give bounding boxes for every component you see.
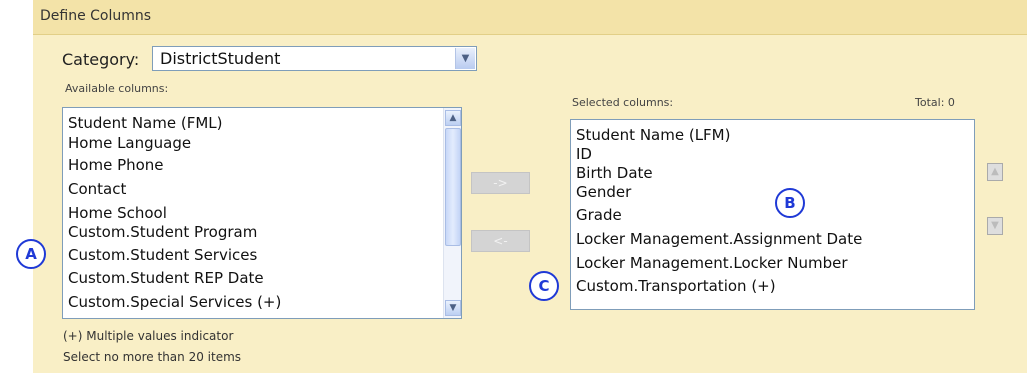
scroll-thumb[interactable] — [445, 128, 461, 246]
available-scrollbar[interactable]: ▲ ▼ — [443, 108, 461, 318]
callout-c: C — [529, 271, 559, 301]
callout-a: A — [16, 239, 46, 269]
list-item[interactable]: Locker Management.Assignment Date — [576, 230, 862, 248]
list-item[interactable]: Birth Date — [576, 164, 653, 182]
category-label: Category: — [62, 50, 140, 69]
list-item[interactable]: Home School — [68, 204, 167, 222]
chevron-down-icon[interactable]: ▼ — [455, 48, 475, 69]
list-item[interactable]: Custom.Student REP Date — [68, 269, 264, 287]
list-item[interactable]: Custom.Student Program — [68, 223, 257, 241]
section-header — [33, 0, 1027, 35]
list-item[interactable]: Grade — [576, 206, 622, 224]
section-title: Define Columns — [40, 8, 152, 24]
category-value: DistrictStudent — [160, 49, 281, 68]
list-item[interactable]: Student Name (FML) — [68, 114, 222, 132]
list-item[interactable]: ID — [576, 145, 592, 163]
list-item[interactable]: Custom.Student Services — [68, 246, 257, 264]
selected-total: Total: 0 — [915, 96, 955, 109]
move-up-icon[interactable]: ▲ — [987, 163, 1003, 181]
list-item[interactable]: Custom.Transportation (+) — [576, 277, 776, 295]
callout-b: B — [775, 188, 805, 218]
list-item[interactable]: Home Phone — [68, 156, 164, 174]
list-item[interactable]: Locker Management.Locker Number — [576, 254, 848, 272]
scroll-down-icon[interactable]: ▼ — [445, 300, 461, 316]
selected-columns-label: Selected columns: — [572, 96, 674, 109]
scroll-up-icon[interactable]: ▲ — [445, 110, 461, 126]
add-column-button[interactable]: -> — [471, 172, 530, 194]
multiple-values-note: (+) Multiple values indicator — [63, 329, 234, 343]
move-down-icon[interactable]: ▼ — [987, 217, 1003, 235]
available-columns-label: Available columns: — [65, 82, 169, 95]
remove-column-button[interactable]: <- — [471, 230, 530, 252]
list-item[interactable]: Contact — [68, 180, 126, 198]
available-columns-list[interactable]: Student Name (FML) Home Language Home Ph… — [62, 107, 462, 319]
list-item[interactable]: Gender — [576, 183, 631, 201]
list-item[interactable]: Home Language — [68, 134, 191, 152]
selected-columns-list[interactable]: Student Name (LFM) ID Birth Date Gender … — [570, 119, 975, 310]
list-item[interactable]: Student Name (LFM) — [576, 126, 730, 144]
category-select[interactable]: DistrictStudent ▼ — [152, 46, 477, 71]
item-limit-note: Select no more than 20 items — [63, 350, 242, 364]
list-item[interactable]: Custom.Special Services (+) — [68, 293, 281, 311]
